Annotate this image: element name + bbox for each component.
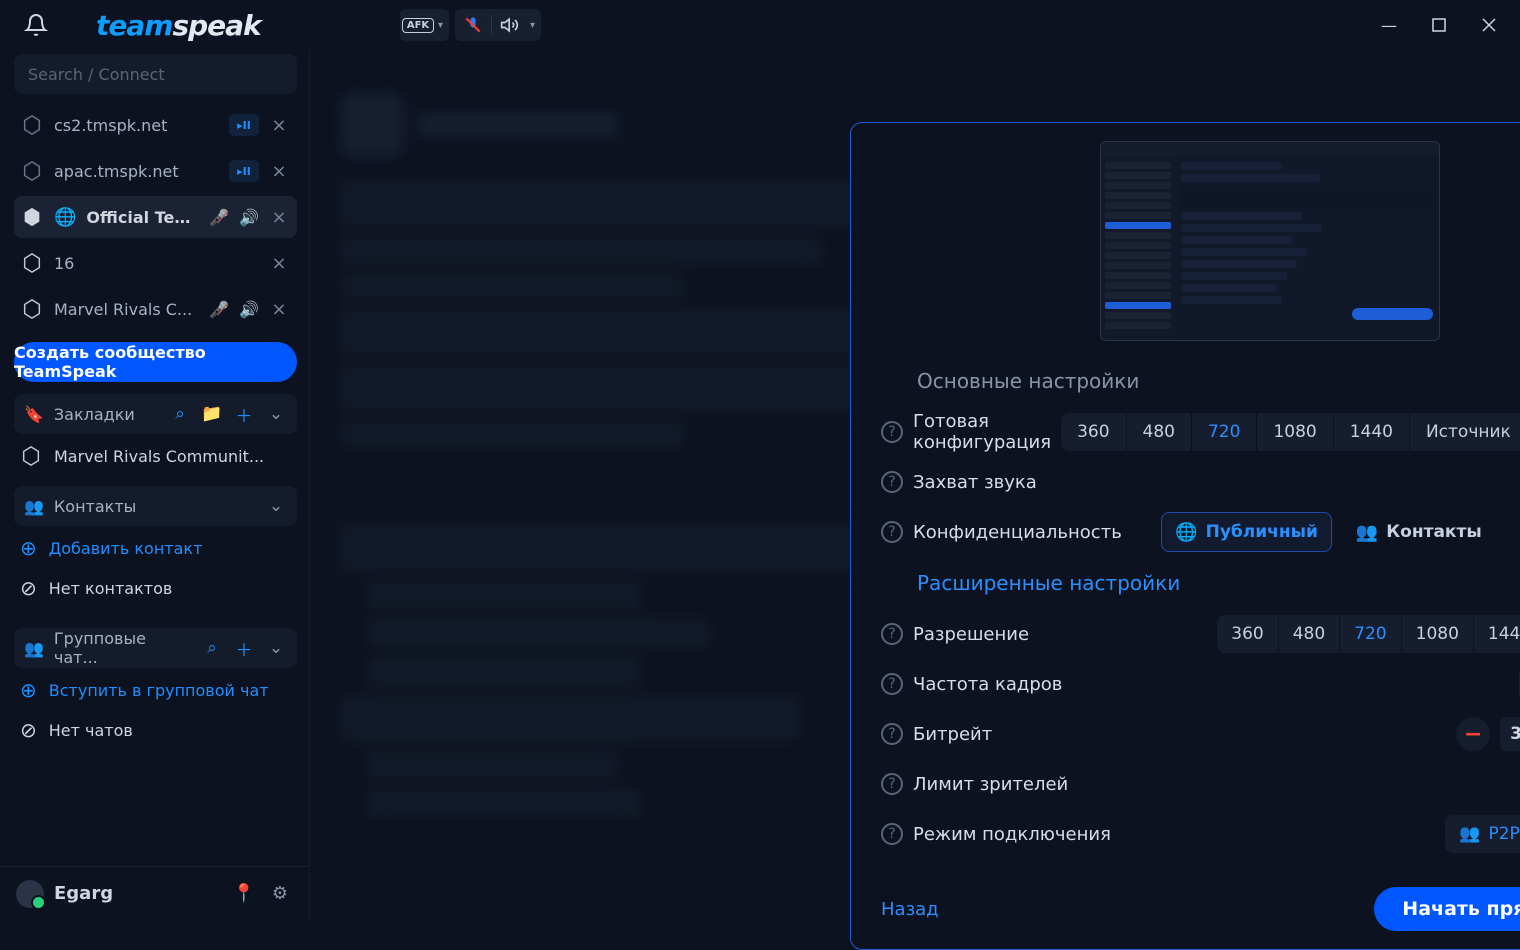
resolution-selector[interactable]: 360 480 720 1080 1440 Источник xyxy=(1217,615,1520,653)
chevron-down-icon[interactable]: ⌄ xyxy=(265,404,287,424)
help-icon[interactable]: ? xyxy=(881,623,903,645)
content-area: Основные настройки ? Готовая конфигураци… xyxy=(310,50,1520,920)
slash-circle-icon: ⊘ xyxy=(20,718,37,742)
search-icon[interactable]: ⌕ xyxy=(169,404,191,424)
window-minimize[interactable]: — xyxy=(1366,5,1412,45)
advanced-settings-toggle[interactable]: Расширенные настройки ⌄ xyxy=(881,557,1520,609)
add-icon[interactable]: ＋ xyxy=(233,636,255,661)
globe-icon: 🌐 xyxy=(54,207,76,228)
audio-capture-row: ? Захват звука xyxy=(881,457,1520,507)
server-icon xyxy=(20,206,44,228)
slash-circle-icon: ⊘ xyxy=(20,576,37,600)
close-icon[interactable]: × xyxy=(269,253,289,274)
server-icon xyxy=(20,445,42,467)
add-icon[interactable]: ＋ xyxy=(233,402,255,427)
preset-selector[interactable]: 360 480 720 1080 1440 Источник Презентац… xyxy=(1061,413,1520,451)
help-icon[interactable]: ? xyxy=(881,823,903,845)
mic-speaker-control[interactable]: ▾ xyxy=(455,9,541,41)
speaker-icon: 🔊 xyxy=(239,300,259,319)
user-avatar[interactable] xyxy=(16,880,44,908)
no-contacts-label: ⊘ Нет контактов xyxy=(14,570,297,606)
add-circle-icon: ⊕ xyxy=(20,536,37,560)
server-icon xyxy=(20,160,44,182)
help-icon[interactable]: ? xyxy=(881,773,903,795)
privacy-selector[interactable]: 🌐Публичный 👥Контакты 🔒Закрытая xyxy=(1161,512,1520,552)
close-icon[interactable]: × xyxy=(269,299,289,320)
connection-mode-selector[interactable]: 👥P2P ⬢Сервер xyxy=(1445,815,1520,853)
location-icon[interactable]: 📍 xyxy=(231,883,257,904)
server-icon xyxy=(20,252,44,274)
notifications-icon[interactable] xyxy=(24,13,48,37)
close-icon[interactable]: × xyxy=(269,207,289,228)
server-item[interactable]: 16 × xyxy=(14,242,297,284)
p2p-icon: 👥 xyxy=(1459,824,1480,844)
server-item[interactable]: 🌐 Official Tea... 🎤̸ 🔊 × xyxy=(14,196,297,238)
speaker-icon: 🔊 xyxy=(239,208,259,227)
help-icon[interactable]: ? xyxy=(881,521,903,543)
decrease-button[interactable]: − xyxy=(1456,717,1490,751)
chevron-down-icon[interactable]: ⌄ xyxy=(265,638,287,658)
server-item[interactable]: apac.tmspk.net ▸II × xyxy=(14,150,297,192)
bitrate-row: ? Битрейт − 3000 Kbps + xyxy=(881,709,1520,759)
mic-muted-icon: 🎤̸ xyxy=(209,300,229,319)
chevron-down-icon[interactable]: ⌄ xyxy=(265,496,287,516)
preset-row: ? Готовая конфигурация 360 480 720 1080 … xyxy=(881,407,1520,457)
main-settings-header: Основные настройки xyxy=(881,359,1520,407)
bitrate-value[interactable]: 3000 xyxy=(1500,717,1520,751)
play-pause-icon[interactable]: ▸II xyxy=(229,160,259,182)
speaker-icon[interactable] xyxy=(492,10,528,40)
group-icon: 👥 xyxy=(24,639,44,658)
create-community-button[interactable]: Создать сообщество TeamSpeak xyxy=(14,342,297,382)
window-maximize[interactable] xyxy=(1416,5,1462,45)
server-item[interactable]: Marvel Rivals C... 🎤̸ 🔊 × xyxy=(14,288,297,330)
globe-icon: 🌐 xyxy=(1175,522,1197,543)
privacy-row: ? Конфиденциальность 🌐Публичный 👥Контакт… xyxy=(881,507,1520,557)
afk-toggle[interactable]: AFK▾ xyxy=(400,9,449,41)
app-logo: teamspeak xyxy=(66,9,261,42)
resolution-row: ? Разрешение 360 480 720 1080 1440 Источ… xyxy=(881,609,1520,659)
bookmarks-section[interactable]: 🔖 Закладки ⌕ 📁 ＋ ⌄ xyxy=(14,394,297,434)
start-stream-button[interactable]: Начать прямой эфир xyxy=(1374,887,1520,931)
add-contact-button[interactable]: ⊕ Добавить контакт xyxy=(14,530,297,566)
server-icon xyxy=(20,114,44,136)
search-icon[interactable]: ⌕ xyxy=(201,638,223,658)
play-pause-icon[interactable]: ▸II xyxy=(229,114,259,136)
username-label: Egarg xyxy=(54,883,221,904)
close-icon[interactable]: × xyxy=(269,115,289,136)
user-panel: Egarg 📍 ⚙ xyxy=(0,866,309,920)
bookmark-icon: 🔖 xyxy=(24,405,44,424)
viewers-row: ? Лимит зрителей − 0 + xyxy=(881,759,1520,809)
join-groupchat-button[interactable]: ⊕ Вступить в групповой чат xyxy=(14,672,297,708)
stream-preview xyxy=(1100,141,1440,341)
connection-mode-row: ? Режим подключения 👥P2P ⬢Сервер xyxy=(881,809,1520,859)
help-icon[interactable]: ? xyxy=(881,471,903,493)
contacts-icon: 👥 xyxy=(1356,522,1378,543)
search-input[interactable]: Search / Connect xyxy=(14,54,297,94)
server-icon xyxy=(20,298,44,320)
window-close[interactable] xyxy=(1466,5,1512,45)
help-icon[interactable]: ? xyxy=(881,673,903,695)
contacts-section[interactable]: 👥 Контакты ⌄ xyxy=(14,486,297,526)
titlebar: teamspeak AFK▾ ▾ — xyxy=(0,0,1520,50)
server-item[interactable]: cs2.tmspk.net ▸II × xyxy=(14,104,297,146)
folder-icon[interactable]: 📁 xyxy=(201,404,223,424)
settings-icon[interactable]: ⚙ xyxy=(267,883,293,904)
contacts-icon: 👥 xyxy=(24,497,44,516)
no-chats-label: ⊘ Нет чатов xyxy=(14,712,297,748)
fps-row: ? Частота кадров 5 30 60 xyxy=(881,659,1520,709)
mic-muted-icon: 🎤̸ xyxy=(209,208,229,227)
mic-muted-icon[interactable] xyxy=(455,10,491,40)
help-icon[interactable]: ? xyxy=(881,421,903,443)
bookmark-item[interactable]: Marvel Rivals Communit... xyxy=(14,438,297,474)
help-icon[interactable]: ? xyxy=(881,723,903,745)
stream-settings-modal: Основные настройки ? Готовая конфигураци… xyxy=(850,122,1520,950)
add-circle-icon: ⊕ xyxy=(20,678,37,702)
close-icon[interactable]: × xyxy=(269,161,289,182)
groupchats-section[interactable]: 👥 Групповые чат... ⌕ ＋ ⌄ xyxy=(14,628,297,668)
back-button[interactable]: Назад xyxy=(881,899,939,920)
sidebar: Search / Connect cs2.tmspk.net ▸II × apa… xyxy=(0,50,310,920)
